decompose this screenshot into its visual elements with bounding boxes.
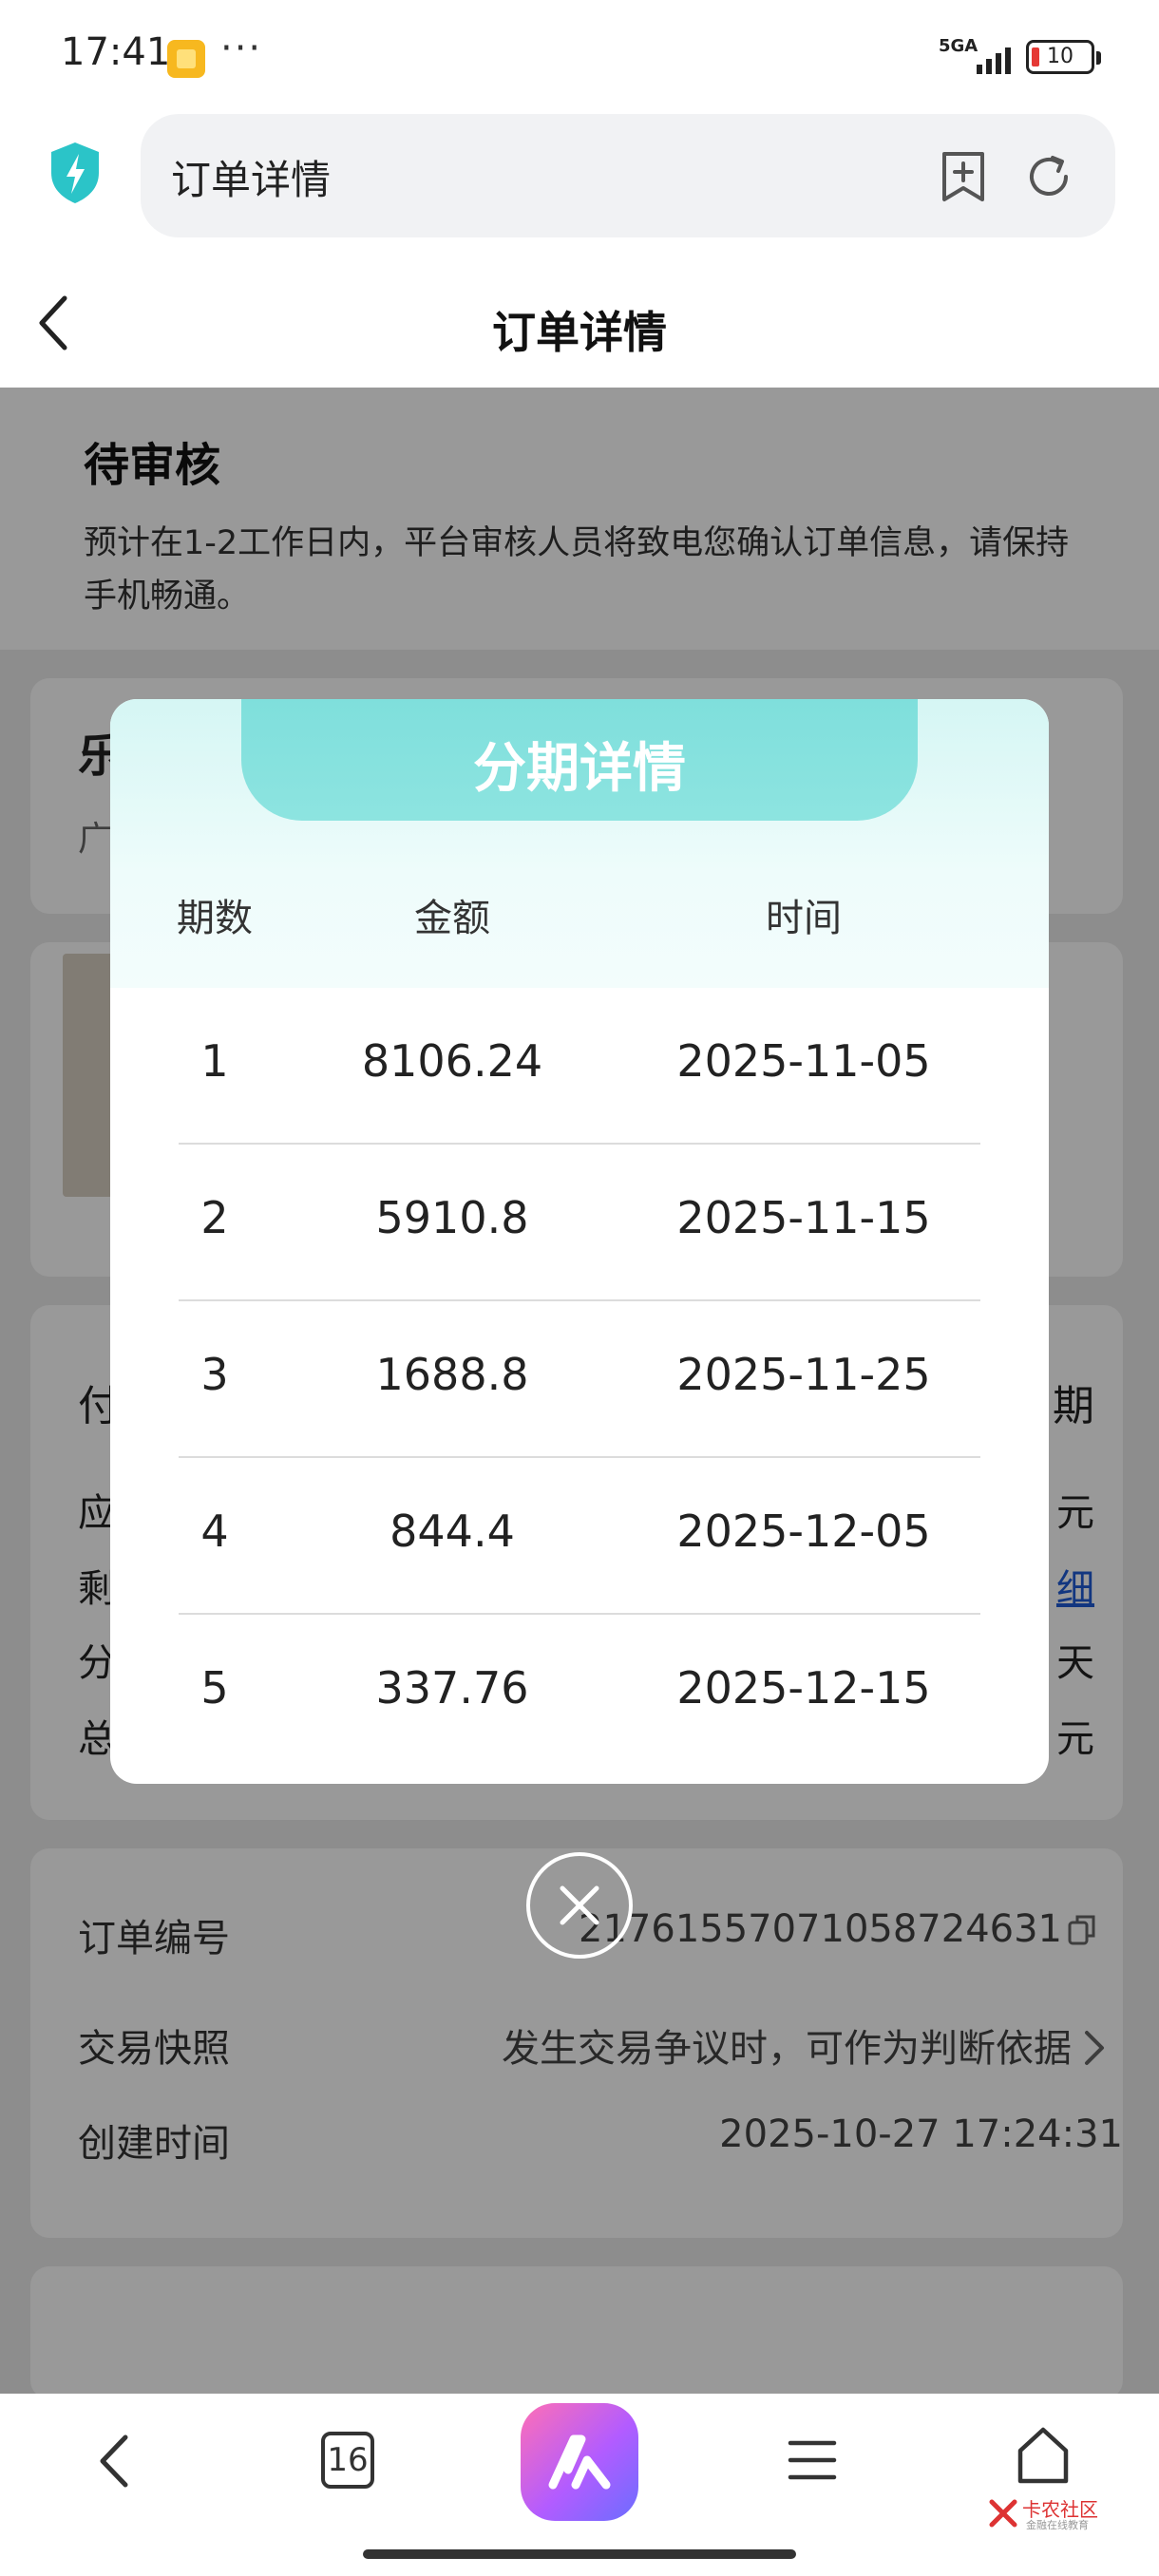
ai-assistant-button[interactable] (521, 2403, 638, 2521)
installment-date: 2025-11-25 (676, 1349, 931, 1400)
page-title: 订单详情 (492, 307, 667, 358)
battery-level: 10 (1047, 45, 1074, 68)
installment-modal: 分期详情 期数 金额 时间 1 8106.24 2025-11-05 2 591… (110, 699, 1049, 1784)
installment-row: 2 5910.8 2025-11-15 (179, 1145, 980, 1301)
url-box[interactable]: 订单详情 (141, 114, 1115, 237)
nav-back-icon[interactable] (91, 2430, 137, 2492)
installment-date: 2025-11-15 (676, 1192, 931, 1243)
installment-period: 4 (200, 1506, 229, 1557)
signal-icon (977, 44, 1011, 74)
battery-icon: 10 (1026, 40, 1101, 74)
installment-date: 2025-11-05 (676, 1035, 931, 1087)
browser-address-bar: 订单详情 (0, 95, 1159, 264)
network-type: 5GA (939, 36, 978, 56)
status-time: 17:41 (61, 30, 171, 74)
installment-amount: 337.76 (375, 1662, 529, 1714)
more-notifications-icon: ··· (220, 27, 263, 70)
tabs-button[interactable]: 16 (321, 2432, 374, 2489)
home-icon[interactable] (1015, 2426, 1072, 2487)
installment-row: 1 8106.24 2025-11-05 (179, 988, 980, 1145)
installment-period: 2 (200, 1192, 229, 1243)
installment-row: 4 844.4 2025-12-05 (179, 1458, 980, 1615)
installment-amount: 5910.8 (375, 1192, 529, 1243)
notification-app-icon (167, 40, 205, 78)
installment-period: 3 (200, 1349, 229, 1400)
shield-icon[interactable] (48, 141, 103, 205)
installment-row: 5 337.76 2025-12-15 (179, 1615, 980, 1771)
installment-table: 1 8106.24 2025-11-05 2 5910.8 2025-11-15… (179, 988, 980, 1771)
ai-logo-icon (548, 2434, 611, 2490)
installment-date: 2025-12-15 (676, 1662, 931, 1714)
installment-amount: 1688.8 (375, 1349, 529, 1400)
url-title[interactable]: 订单详情 (171, 148, 331, 206)
installment-row: 3 1688.8 2025-11-25 (179, 1301, 980, 1458)
installment-date: 2025-12-05 (676, 1506, 931, 1557)
menu-icon[interactable] (787, 2437, 838, 2483)
installment-period: 1 (200, 1035, 229, 1087)
installment-period: 5 (200, 1662, 229, 1714)
browser-bottom-nav: 16 卡农社区 金融在线教育 (0, 2394, 1159, 2576)
home-indicator[interactable] (363, 2549, 796, 2559)
add-bookmark-icon[interactable] (939, 150, 988, 203)
watermark: 卡农社区 金融在线教育 (988, 2494, 1102, 2536)
column-header-date: 时间 (766, 897, 842, 940)
page-header: 订单详情 (0, 264, 1159, 388)
watermark-logo-icon (989, 2499, 1017, 2528)
close-modal-button[interactable] (526, 1852, 633, 1959)
column-header-amount: 金额 (414, 897, 490, 940)
modal-title: 分期详情 (473, 738, 686, 800)
installment-amount: 8106.24 (361, 1035, 543, 1087)
installment-amount: 844.4 (390, 1506, 515, 1557)
column-header-period: 期数 (177, 897, 253, 940)
close-icon (560, 1885, 599, 1925)
watermark-subtext: 金融在线教育 (1026, 2519, 1089, 2531)
refresh-icon[interactable] (1024, 152, 1074, 201)
modal-title-tab: 分期详情 (241, 699, 918, 821)
